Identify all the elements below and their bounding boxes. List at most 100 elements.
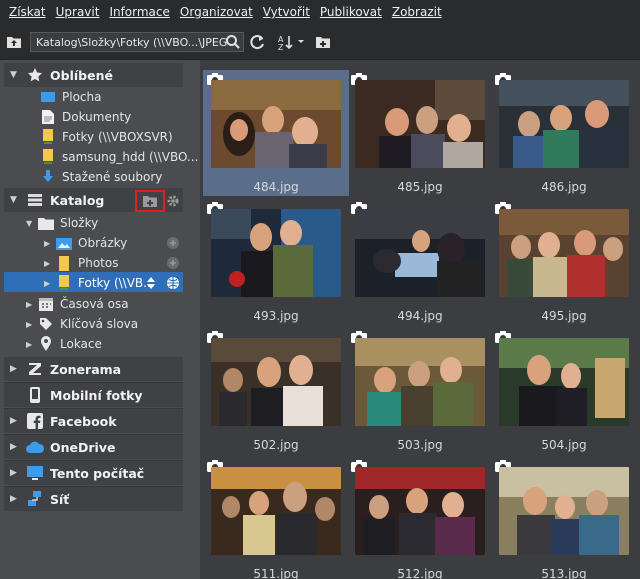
path-field[interactable]: Katalog\Složky\Fotky (\\VBO...\JPEG (30, 32, 244, 52)
sidebar: ▼ Oblíbené Plocha Dokumenty Fotky (\\VBO… (0, 60, 200, 579)
folder-up-icon[interactable] (5, 33, 23, 51)
search-icon[interactable] (225, 34, 241, 51)
collapse-arrow-icon[interactable]: ▼ (10, 70, 24, 80)
photo-image (355, 338, 485, 426)
expand-arrow-icon[interactable]: ▶ (26, 300, 38, 309)
item-label: Lokace (60, 337, 102, 351)
sidebar-item-slozky[interactable]: ▼ Složky (26, 213, 98, 233)
thumbnail-493[interactable]: 493.jpg (203, 199, 349, 325)
section-facebook[interactable]: ▶ Facebook (4, 409, 183, 433)
expand-arrow-icon[interactable]: ▶ (44, 279, 56, 288)
menu-label: Publikovat (319, 5, 382, 19)
menu-informace[interactable]: Informace (104, 5, 174, 19)
new-folder-icon[interactable] (314, 33, 332, 51)
sort-arrows-icon[interactable] (144, 276, 158, 290)
sidebar-item-casova-osa[interactable]: ▶ Časová osa (26, 294, 129, 314)
item-label: samsung_hdd (\\VBO... (62, 150, 199, 164)
sidebar-item-dokumenty[interactable]: Dokumenty (40, 107, 131, 127)
thumbnail-502[interactable]: 502.jpg (203, 328, 349, 454)
desktop-icon (40, 89, 56, 105)
menu-ziskat[interactable]: Získat (4, 5, 51, 19)
calendar-icon (38, 296, 54, 312)
menu-label: Organizovat (179, 5, 253, 19)
svg-text:Z: Z (278, 43, 284, 51)
phone-icon (26, 386, 44, 404)
section-tento-pocitac[interactable]: ▶ Tento počítač (4, 461, 183, 485)
item-label: Stažené soubory (62, 170, 163, 184)
section-sit[interactable]: ▶ Síť (4, 487, 183, 511)
sidebar-item-fotky-vb[interactable]: ▶ Fotky (\\VB... (44, 273, 155, 293)
sidebar-item-fotky-vboxsvr[interactable]: Fotky (\\VBOXSVR) (40, 127, 173, 147)
thumbnail-495[interactable]: 495.jpg (491, 199, 637, 325)
section-title: Síť (50, 491, 70, 507)
thumbnail-486[interactable]: 486.jpg (491, 70, 637, 196)
thumbnail-caption: 504.jpg (541, 438, 587, 452)
section-title: Tento počítač (50, 465, 145, 481)
thumbnail-caption: 513.jpg (541, 567, 587, 579)
thumbnail-494[interactable]: 494.jpg (347, 199, 493, 325)
refresh-icon[interactable] (248, 33, 266, 51)
expand-arrow-icon[interactable]: ▶ (10, 494, 24, 504)
sidebar-item-lokace[interactable]: ▶ Lokace (26, 334, 102, 354)
sidebar-item-obrazky[interactable]: ▶ Obrázky (44, 233, 127, 253)
section-title: Facebook (50, 413, 117, 429)
location-pin-icon (38, 336, 54, 352)
sidebar-item-klicova-slova[interactable]: ▶ Klíčová slova (26, 314, 138, 334)
collapse-arrow-icon[interactable]: ▼ (10, 195, 24, 205)
expand-arrow-icon[interactable]: ▶ (10, 416, 24, 426)
section-zonerama[interactable]: ▶ Zonerama (4, 357, 183, 381)
folder-icon (56, 255, 72, 271)
toolbar: Katalog\Složky\Fotky (\\VBO...\JPEG AZ (0, 24, 640, 60)
expand-arrow-icon[interactable]: ▶ (44, 259, 56, 268)
thumbnail-caption: 511.jpg (253, 567, 299, 579)
network-folder-icon (56, 275, 72, 291)
thumbnail-484[interactable]: 484.jpg (203, 70, 349, 196)
item-label: Plocha (62, 90, 102, 104)
thumbnail-512[interactable]: 512.jpg (347, 457, 493, 579)
globe-icon[interactable] (166, 276, 180, 290)
item-label: Časová osa (60, 297, 129, 311)
sidebar-item-plocha[interactable]: Plocha (40, 87, 101, 107)
item-label: Fotky (\\VBOXSVR) (62, 130, 173, 144)
menu-organizovat[interactable]: Organizovat (175, 5, 258, 19)
thumbnail-caption: 495.jpg (541, 309, 587, 323)
menu-label: Vytvořit (262, 5, 310, 19)
network-folder-icon (40, 149, 56, 165)
thumbnail-504[interactable]: 504.jpg (491, 328, 637, 454)
sidebar-item-stazene[interactable]: Stažené soubory (40, 167, 162, 187)
menu-label: Upravit (55, 5, 100, 19)
collapse-arrow-icon[interactable]: ▼ (26, 219, 38, 228)
section-title: Oblíbené (50, 67, 113, 83)
section-onedrive[interactable]: ▶ OneDrive (4, 435, 183, 459)
section-title: Mobilní fotky (50, 387, 143, 403)
add-folder-to-catalog-button[interactable] (135, 190, 165, 212)
thumbnail-caption: 503.jpg (397, 438, 443, 452)
expand-arrow-icon[interactable]: ▶ (26, 320, 38, 329)
expand-arrow-icon[interactable]: ▶ (10, 442, 24, 452)
section-favorites[interactable]: ▼ Oblíbené (4, 63, 183, 87)
expand-arrow-icon[interactable]: ▶ (44, 239, 56, 248)
item-label: Photos (78, 256, 119, 270)
expand-arrow-icon[interactable]: ▶ (26, 340, 38, 349)
cloud-icon (26, 438, 44, 456)
menu-publikovat[interactable]: Publikovat (315, 5, 387, 19)
menu-zobrazit[interactable]: Zobrazit (387, 5, 447, 19)
gear-icon[interactable] (166, 194, 180, 208)
sidebar-item-photos[interactable]: ▶ Photos (44, 253, 118, 273)
section-mobilni-fotky[interactable]: Mobilní fotky (4, 383, 183, 407)
sidebar-item-samsung-hdd[interactable]: samsung_hdd (\\VBO... (40, 147, 198, 167)
menu-label: Získat (9, 5, 46, 19)
sort-icon[interactable]: AZ (278, 33, 306, 51)
menu-upravit[interactable]: Upravit (51, 5, 105, 19)
expand-arrow-icon[interactable]: ▶ (10, 364, 24, 374)
thumbnail-caption: 512.jpg (397, 567, 443, 579)
thumbnail-485[interactable]: 485.jpg (347, 70, 493, 196)
thumbnail-503[interactable]: 503.jpg (347, 328, 493, 454)
thumbnail-513[interactable]: 513.jpg (491, 457, 637, 579)
document-icon (40, 109, 56, 125)
photo-image (211, 467, 341, 555)
thumbnail-511[interactable]: 511.jpg (203, 457, 349, 579)
menu-vytvorit[interactable]: Vytvořit (258, 5, 315, 19)
expand-arrow-icon[interactable]: ▶ (10, 468, 24, 478)
network-icon (26, 490, 44, 508)
